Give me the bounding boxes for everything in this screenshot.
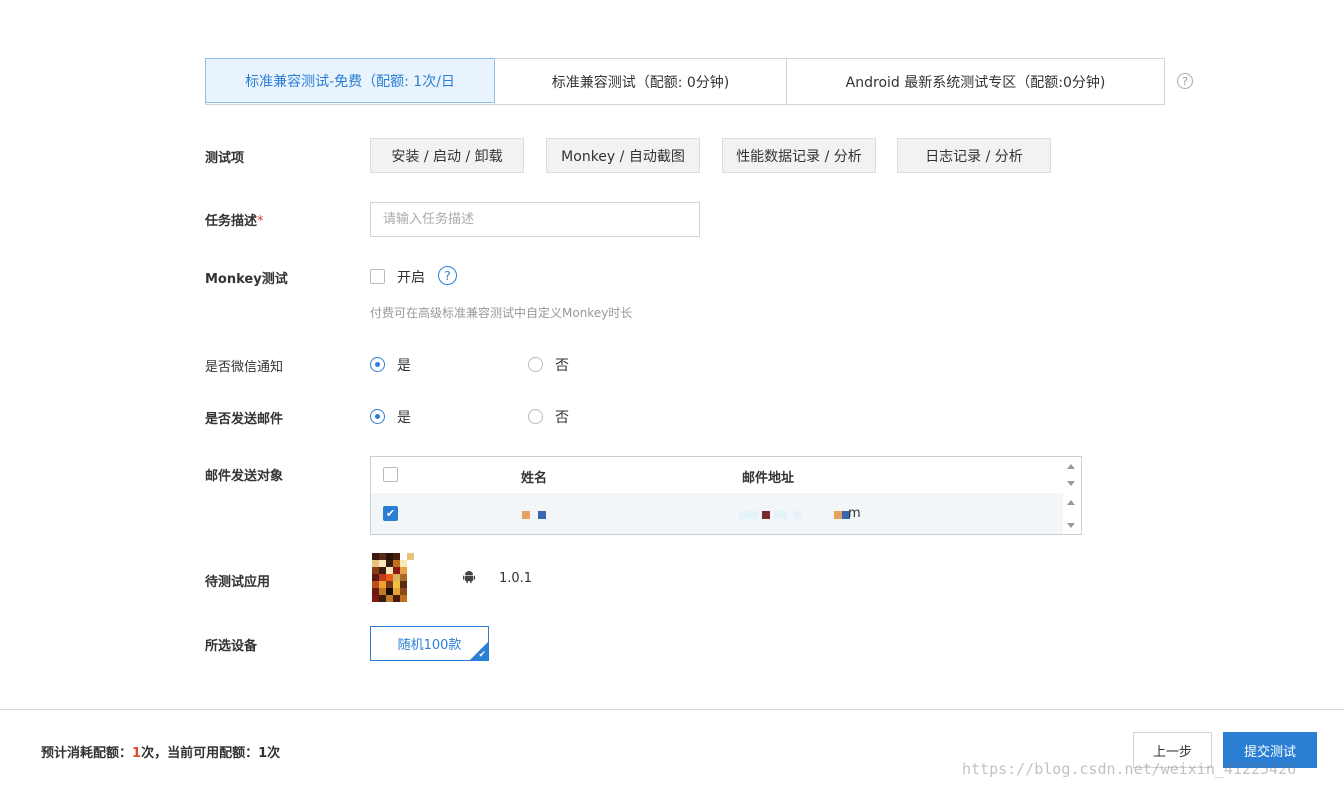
test-type-tabs: 标准兼容测试-免费（配额: 1次/日 标准兼容测试（配额: 0分钟) Andro…	[205, 58, 1165, 105]
redacted-email	[834, 511, 842, 519]
redacted-email	[773, 511, 787, 519]
send-email-label: 是否发送邮件	[205, 412, 284, 427]
table-row[interactable]: ✔ m	[371, 493, 1063, 534]
monkey-label: Monkey测试	[205, 272, 288, 287]
device-selection-label: 随机100款	[397, 638, 462, 653]
redacted-email	[762, 511, 770, 519]
monkey-help-icon[interactable]: ?	[438, 266, 457, 285]
task-desc-label: 任务描述*	[205, 214, 264, 229]
tab-android-latest[interactable]: Android 最新系统测试专区（配额:0分钟)	[787, 59, 1164, 104]
mail-targets-table: 姓名 邮件地址 ✔ m	[370, 456, 1082, 535]
email-no-radio[interactable]	[528, 409, 543, 424]
wechat-no-radio[interactable]	[528, 357, 543, 372]
check-icon: ✔	[478, 650, 486, 660]
email-yes-label: 是	[397, 410, 411, 426]
test-items-label: 测试项	[205, 151, 245, 166]
quota-available: 1	[258, 746, 268, 761]
quota-mid: 次，当前可用配额：	[141, 746, 259, 761]
wechat-notify-label: 是否微信通知	[205, 360, 284, 375]
test-item-logs[interactable]: 日志记录 / 分析	[897, 138, 1051, 173]
footer-divider	[0, 709, 1344, 710]
select-all-checkbox[interactable]	[383, 467, 398, 482]
column-name: 姓名	[521, 471, 548, 486]
redacted-name	[522, 511, 530, 519]
scroll-down-arrow[interactable]	[1067, 481, 1075, 486]
table-header: 姓名 邮件地址	[371, 457, 1063, 493]
redacted-name	[538, 511, 546, 519]
wechat-yes-label: 是	[397, 358, 411, 374]
tab-free-standard[interactable]: 标准兼容测试-免费（配额: 1次/日	[205, 58, 495, 103]
device-selection-button[interactable]: 随机100款 ✔	[370, 626, 489, 661]
app-icon	[372, 553, 421, 602]
redacted-email	[739, 511, 759, 519]
app-under-test-label: 待测试应用	[205, 575, 271, 590]
column-email: 邮件地址	[742, 471, 795, 486]
email-yes-radio[interactable]	[370, 409, 385, 424]
row-checkbox[interactable]: ✔	[383, 506, 398, 521]
test-item-install[interactable]: 安装 / 启动 / 卸载	[370, 138, 524, 173]
email-no-label: 否	[555, 410, 569, 426]
wechat-yes-radio[interactable]	[370, 357, 385, 372]
test-item-performance[interactable]: 性能数据记录 / 分析	[722, 138, 876, 173]
redacted-email	[793, 511, 801, 519]
mail-targets-label: 邮件发送对象	[205, 469, 284, 484]
task-desc-input[interactable]	[370, 202, 700, 237]
test-item-monkey[interactable]: Monkey / 自动截图	[546, 138, 700, 173]
email-suffix: m	[848, 506, 861, 521]
monkey-checkbox[interactable]	[370, 269, 385, 284]
quota-consume: 1	[132, 746, 142, 761]
android-icon	[463, 571, 475, 584]
app-version: 1.0.1	[499, 571, 533, 586]
scroll-up-arrow[interactable]	[1067, 500, 1075, 505]
devices-label: 所选设备	[205, 639, 258, 654]
tab-standard[interactable]: 标准兼容测试（配额: 0分钟)	[495, 59, 787, 104]
wechat-no-label: 否	[555, 358, 569, 374]
scroll-up-arrow[interactable]	[1067, 464, 1075, 469]
quota-summary: 预计消耗配额：1次，当前可用配额：1次	[41, 742, 280, 761]
help-icon[interactable]: ?	[1177, 73, 1193, 89]
watermark: https://blog.csdn.net/weixin_41225426	[962, 760, 1297, 778]
quota-suffix: 次	[267, 746, 281, 761]
required-mark: *	[257, 214, 264, 229]
monkey-hint: 付费可在高级标准兼容测试中自定义Monkey时长	[370, 306, 633, 320]
monkey-toggle-label: 开启	[397, 270, 425, 286]
scroll-down-arrow[interactable]	[1067, 523, 1075, 528]
quota-prefix: 预计消耗配额：	[41, 746, 133, 761]
